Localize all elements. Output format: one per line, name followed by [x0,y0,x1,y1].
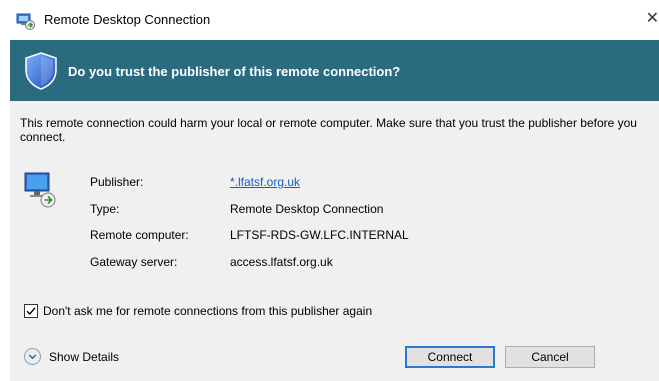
dont-ask-again-option[interactable]: Don't ask me for remote connections from… [24,304,372,318]
warning-message: This remote connection could harm your l… [20,116,637,144]
gateway-server-label: Gateway server: [90,254,178,269]
banner-heading: Do you trust the publisher of this remot… [68,64,401,79]
dialog-body: This remote connection could harm your l… [10,101,659,381]
chevron-down-icon [24,348,41,365]
shield-icon [24,52,58,90]
close-icon: ✕ [645,10,659,27]
dont-ask-again-label: Don't ask me for remote connections from… [43,304,373,318]
computer-connection-icon [23,171,61,211]
connect-button[interactable]: Connect [405,346,495,368]
title-bar: Remote Desktop Connection ✕ [0,0,659,40]
window-title: Remote Desktop Connection [44,12,211,27]
checkmark-icon [26,307,36,316]
type-value: Remote Desktop Connection [230,201,384,216]
publisher-label: Publisher: [90,175,144,189]
trust-banner: Do you trust the publisher of this remot… [10,40,659,101]
cancel-button[interactable]: Cancel [505,346,595,368]
remote-computer-label: Remote computer: [90,228,189,242]
type-label: Type: [90,201,120,216]
remote-computer-value: LFTSF-RDS-GW.LFC.INTERNAL [230,228,409,242]
close-button[interactable]: ✕ [639,4,659,34]
show-details-toggle[interactable]: Show Details [24,348,119,365]
dont-ask-again-checkbox[interactable] [24,304,38,318]
remote-desktop-icon [16,12,36,30]
gateway-server-value: access.lfatsf.org.uk [230,254,333,269]
publisher-link[interactable]: *.lfatsf.org.uk [230,175,300,189]
show-details-label: Show Details [49,349,120,364]
